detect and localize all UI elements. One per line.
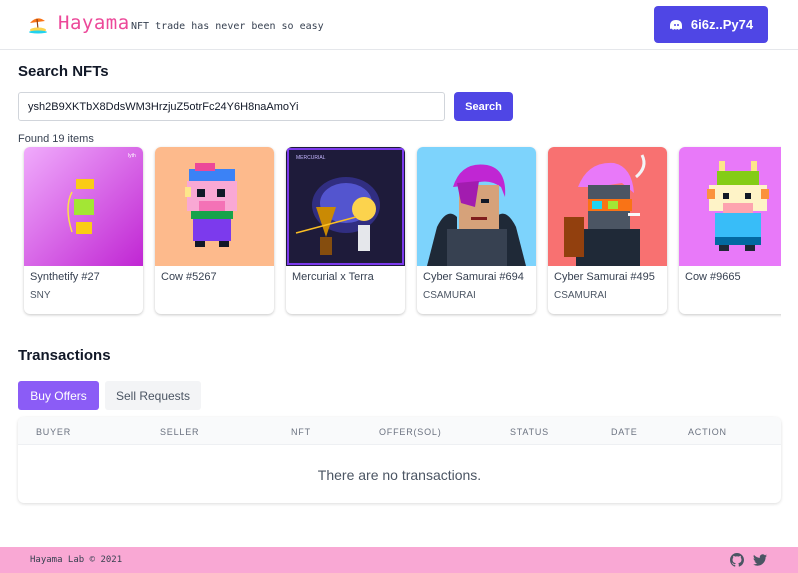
nft-image: [417, 147, 536, 266]
nft-image: [548, 147, 667, 266]
nft-image: [679, 147, 781, 266]
nft-image: [155, 147, 274, 266]
nft-card[interactable]: Cow #5267: [155, 147, 274, 314]
column-buyer: BUYER: [36, 427, 72, 437]
nft-name: Cyber Samurai #495: [554, 271, 655, 283]
svg-text:MERCURIAL: MERCURIAL: [296, 155, 326, 161]
svg-text:lyth: lyth: [128, 153, 136, 159]
empty-state: There are no transactions.: [317, 467, 482, 483]
tab-buy-offers[interactable]: Buy Offers: [18, 381, 99, 410]
column-offer: OFFER(SOL): [379, 427, 442, 437]
phantom-ghost-icon: [669, 19, 682, 30]
column-action: ACTION: [688, 427, 727, 437]
tagline: NFT trade has never been so easy: [131, 21, 324, 32]
nft-name: Cow #9665: [685, 271, 741, 283]
table-header: BUYER SELLER NFT OFFER(SOL) STATUS DATE …: [18, 417, 781, 445]
column-nft: NFT: [291, 427, 311, 437]
header: Hayama NFT trade has never been so easy …: [0, 0, 798, 50]
column-status: STATUS: [510, 427, 549, 437]
nft-name: Mercurial x Terra: [292, 271, 374, 283]
nft-card[interactable]: Cow #9665: [679, 147, 781, 314]
wallet-button[interactable]: 6i6z..Py74: [654, 6, 768, 43]
wallet-address: 6i6z..Py74: [690, 17, 754, 32]
twitter-icon[interactable]: [753, 553, 767, 567]
nft-symbol: CSAMURAI: [423, 290, 476, 301]
copyright: Hayama Lab © 2021: [30, 555, 123, 565]
footer: Hayama Lab © 2021: [0, 547, 798, 573]
beach-umbrella-icon[interactable]: [28, 14, 48, 34]
brand-title[interactable]: Hayama: [58, 12, 130, 34]
github-icon[interactable]: [730, 553, 744, 567]
column-date: DATE: [611, 427, 638, 437]
nft-image: MERCURIAL: [286, 147, 405, 266]
nft-image: lyth: [24, 147, 143, 266]
search-title: Search NFTs: [18, 63, 109, 80]
nft-card[interactable]: MERCURIAL Mercurial x Terra: [286, 147, 405, 314]
nft-name: Cow #5267: [161, 271, 217, 283]
column-seller: SELLER: [160, 427, 200, 437]
nft-card[interactable]: Cyber Samurai #495 CSAMURAI: [548, 147, 667, 314]
nft-name: Synthetify #27: [30, 271, 100, 283]
nft-name: Cyber Samurai #694: [423, 271, 524, 283]
nft-symbol: CSAMURAI: [554, 290, 607, 301]
tab-sell-requests[interactable]: Sell Requests: [105, 381, 201, 410]
transactions-table: BUYER SELLER NFT OFFER(SOL) STATUS DATE …: [18, 417, 781, 503]
search-input[interactable]: [18, 92, 445, 121]
nft-carousel[interactable]: lyth Synthetify #27 SNY Cow #5267 MERCUR…: [18, 142, 781, 320]
nft-card[interactable]: lyth Synthetify #27 SNY: [24, 147, 143, 314]
nft-card[interactable]: Cyber Samurai #694 CSAMURAI: [417, 147, 536, 314]
search-button[interactable]: Search: [454, 92, 513, 121]
transactions-title: Transactions: [18, 347, 111, 364]
nft-symbol: SNY: [30, 290, 51, 301]
